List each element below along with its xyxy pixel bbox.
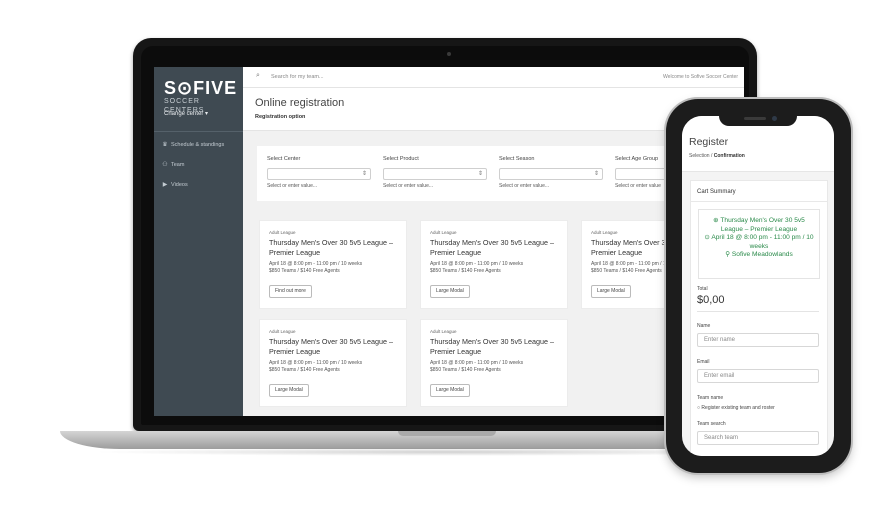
event-schedule: ⊙ April 18 @ 8:00 pm - 11:00 pm / 10 wee… (704, 234, 814, 250)
card-category: Adult League (269, 230, 296, 235)
large-modal-button[interactable]: Large Modal (269, 384, 309, 397)
card-title: Thursday Men's Over 30 5v5 League – Prem… (269, 337, 394, 356)
card-schedule: April 18 @ 8:00 pm - 11:00 pm / 10 weeks (269, 360, 363, 366)
brand-name: S⊙FIVE (164, 78, 238, 98)
product-select[interactable]: ⇕ (383, 168, 487, 180)
event-summary: ⊕ Thursday Men's Over 30 5v5 League – Pr… (698, 209, 820, 279)
page-title: Register (689, 136, 729, 148)
card-schedule: April 18 @ 8:00 pm - 11:00 pm / 10 weeks (430, 261, 524, 267)
league-card: Adult League Thursday Men's Over 30 5v5 … (420, 319, 568, 407)
phone-screen: Register Selection / Confirmation Cart S… (682, 116, 834, 456)
sidebar-item-label: Team (171, 161, 185, 168)
laptop-camera (447, 52, 451, 56)
updown-icon: ⇕ (477, 171, 483, 177)
register-existing-team-radio[interactable]: ○ Register existing team and roster (697, 405, 775, 411)
trophy-icon: ♛ (162, 142, 168, 148)
large-modal-button[interactable]: Large Modal (430, 384, 470, 397)
search-icon[interactable]: ⌕ (256, 72, 260, 80)
name-label: Name (697, 323, 711, 329)
team-icon: ⚇ (162, 162, 168, 168)
filter-hint: Select or enter value... (383, 183, 434, 189)
device-mockup: S⊙FIVE SOCCER CENTERS Change center ▾ ♛ … (0, 0, 895, 506)
team-search-input[interactable]: Search team (697, 431, 819, 445)
filter-label: Select Season (499, 156, 535, 162)
breadcrumb: Registration option (255, 114, 306, 120)
breadcrumb-current: Confirmation (713, 153, 745, 159)
filter-hint: Select or enter value... (267, 183, 318, 189)
updown-icon: ⇕ (361, 171, 367, 177)
video-icon: ▶ (162, 182, 168, 188)
card-title: Thursday Men's Over 30 5v5 League – Prem… (269, 238, 394, 257)
total-value: $0,00 (697, 294, 725, 306)
name-field[interactable]: Enter name (697, 333, 819, 347)
card-schedule: April 18 @ 8:00 pm - 11:00 pm / 10 weeks (269, 261, 363, 267)
filter-label: Select Center (267, 156, 301, 162)
sidebar-item-schedule[interactable]: ♛ Schedule & standings (162, 141, 225, 149)
radio-label: Register existing team and roster (701, 405, 775, 411)
welcome-text: Welcome to Sofive Soccer Center (663, 74, 738, 80)
sidebar-item-videos[interactable]: ▶ Videos (162, 181, 188, 189)
card-price: $850 Teams / $140 Free Agents (430, 367, 501, 373)
event-title: ⊕ Thursday Men's Over 30 5v5 League – Pr… (713, 217, 805, 233)
card-price: $850 Teams / $140 Free Agents (430, 268, 501, 274)
filter-hint: Select or enter value... (499, 183, 550, 189)
large-modal-button[interactable]: Large Modal (430, 285, 470, 298)
top-bar: ⌕ Search for my team... Welcome to Sofiv… (243, 67, 744, 88)
card-category: Adult League (269, 329, 296, 334)
divider (697, 311, 819, 312)
search-input[interactable]: Search for my team... (271, 74, 324, 80)
divider (691, 201, 827, 202)
card-price: $850 Teams / $140 Free Agents (269, 268, 340, 274)
email-field[interactable]: Enter email (697, 369, 819, 383)
phone-speaker (744, 117, 766, 120)
filter-label: Select Product (383, 156, 419, 162)
card-category: Adult League (430, 230, 457, 235)
large-modal-button[interactable]: Large Modal (591, 285, 631, 298)
find-out-more-button[interactable]: Find out more (269, 285, 312, 298)
sidebar-item-label: Schedule & standings (171, 141, 225, 148)
card-category: Adult League (430, 329, 457, 334)
sidebar-divider (154, 131, 243, 132)
cart-title: Cart Summary (697, 189, 736, 195)
team-search-label: Team search (697, 421, 726, 427)
sidebar: S⊙FIVE SOCCER CENTERS Change center ▾ ♛ … (154, 67, 243, 416)
card-title: Thursday Men's Over 30 5v5 League – Prem… (430, 337, 555, 356)
card-category: Adult League (591, 230, 618, 235)
card-title: Thursday Men's Over 30 5v5 League – Prem… (430, 238, 555, 257)
breadcrumb-selection[interactable]: Selection / (689, 153, 712, 159)
sidebar-item-label: Videos (171, 181, 188, 188)
card-price: $850 Teams / $140 Free Agents (269, 367, 340, 373)
updown-icon: ⇕ (593, 171, 599, 177)
filter-center: Select Center ⇕ Select or enter value... (267, 156, 377, 189)
league-card: Adult League Thursday Men's Over 30 5v5 … (259, 220, 407, 309)
laptop-notch (398, 431, 496, 436)
sidebar-item-team[interactable]: ⚇ Team (162, 161, 185, 169)
page-title: Online registration (255, 97, 345, 109)
card-schedule: April 18 @ 8:00 pm - 11:00 pm / 10 weeks (430, 360, 524, 366)
phone-camera (772, 116, 777, 121)
breadcrumb: Selection / Confirmation (689, 153, 745, 159)
league-card: Adult League Thursday Men's Over 30 5v5 … (420, 220, 568, 309)
season-select[interactable]: ⇕ (499, 168, 603, 180)
center-select[interactable]: ⇕ (267, 168, 371, 180)
event-location: ⚲ Sofive Meadowlands (725, 251, 793, 258)
total-label: Total (697, 286, 708, 292)
laptop-screen: S⊙FIVE SOCCER CENTERS Change center ▾ ♛ … (154, 67, 744, 416)
change-center-dropdown[interactable]: Change center ▾ (164, 110, 208, 117)
email-label: Email (697, 359, 710, 365)
team-name-label: Team name (697, 395, 724, 401)
filter-season: Select Season ⇕ Select or enter value... (499, 156, 609, 189)
cart-summary-card: Cart Summary ⊕ Thursday Men's Over 30 5v… (690, 180, 828, 456)
card-price: $850 Teams / $140 Free Agents (591, 268, 662, 274)
filter-product: Select Product ⇕ Select or enter value..… (383, 156, 493, 189)
league-card: Adult League Thursday Men's Over 30 5v5 … (259, 319, 407, 407)
